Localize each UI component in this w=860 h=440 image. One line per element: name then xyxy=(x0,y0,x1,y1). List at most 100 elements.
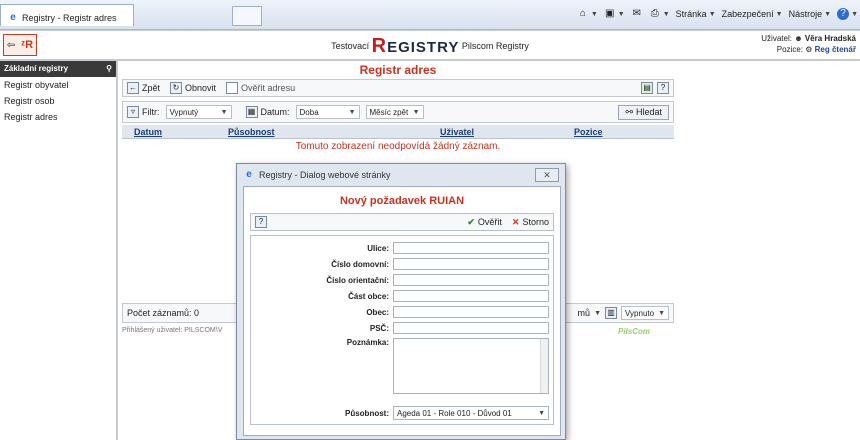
sidebar-item-adres[interactable]: Registr adres xyxy=(0,109,116,125)
verify-icon xyxy=(226,82,239,94)
input-cislo-domovni[interactable] xyxy=(393,258,549,270)
filter-icon: ▿ xyxy=(127,106,139,118)
sidebar-title: Základní registry xyxy=(4,64,69,73)
range-select[interactable]: Měsíc zpět ▼ xyxy=(365,105,424,119)
label-cast-obce: Část obce: xyxy=(348,291,389,301)
verify-address-button[interactable]: Ověřit adresu xyxy=(226,82,295,94)
range-value: Měsíc zpět xyxy=(369,107,409,117)
logged-user: Přihlášený uživatel: PILSCOM\V xyxy=(122,327,223,334)
label-cislo-domovni: Číslo domovní: xyxy=(331,259,389,269)
filter-label: Filtr: xyxy=(142,107,160,117)
dialog-titlebar[interactable]: e Registry - Dialog webové stránky ✕ xyxy=(237,164,565,186)
input-cast-obce[interactable] xyxy=(393,290,549,302)
chevron-down-icon[interactable]: ▼ xyxy=(594,310,601,317)
sidebar-item-obyvatel[interactable]: Registr obyvatel xyxy=(0,77,116,93)
chevron-down-icon: ▼ xyxy=(538,409,545,417)
input-ulice[interactable] xyxy=(393,242,549,254)
action-toolbar: ← Zpět ↻ Obnovit Ověřit adresu ▤ ? xyxy=(122,79,674,97)
feeds-button[interactable]: ▣ ▼ xyxy=(604,8,625,20)
app-header: ⇦ ᶻR Testovací REGISTRY Pilscom Registry… xyxy=(0,31,860,60)
sidebar-header[interactable]: Základní registry ⚲ xyxy=(0,61,116,77)
back-button[interactable]: ← Zpět xyxy=(127,82,160,94)
address-form: Ulice: Číslo domovní: Číslo orientační: … xyxy=(250,235,554,425)
date-label-group: ▦ Datum: xyxy=(245,106,290,118)
close-icon: ✕ xyxy=(511,216,520,227)
label-pusobnost: Působnost: xyxy=(345,408,389,418)
textarea-poznamka[interactable] xyxy=(393,338,549,394)
menu-tools[interactable]: Nástroje ▼ xyxy=(789,9,831,19)
label-obec: Obec: xyxy=(366,307,389,317)
feed-icon: ▣ xyxy=(605,8,615,19)
input-cislo-orientacni[interactable] xyxy=(393,274,549,286)
user-info: Uživatel: ☻ Věra Hradská Pozice: ⚙ Reg č… xyxy=(761,33,856,55)
menu-tools-label: Nástroje xyxy=(788,9,823,19)
user-name[interactable]: Věra Hradská xyxy=(805,34,856,43)
print-button[interactable]: ⎙ ▼ xyxy=(649,8,670,20)
menu-security[interactable]: Zabezpečení ▼ xyxy=(722,9,783,19)
mail-icon: ✉ xyxy=(632,8,641,19)
record-count: Počet záznamů: 0 xyxy=(127,308,200,318)
help-icon[interactable]: ? xyxy=(255,216,267,228)
pager-icon[interactable]: ▥ xyxy=(605,307,617,319)
dialog-heading: Nový požadavek RUIAN xyxy=(339,195,465,207)
label-cislo-orientacni: Číslo orientační: xyxy=(326,275,389,285)
dialog-close-button[interactable]: ✕ xyxy=(535,168,559,182)
cancel-button[interactable]: ✕ Storno xyxy=(512,217,549,228)
filter-button[interactable]: ▿ Filtr: xyxy=(127,106,160,118)
search-label: Hledat xyxy=(635,107,662,117)
refresh-button[interactable]: ↻ Obnovit xyxy=(170,82,216,94)
column-datum[interactable]: Datum xyxy=(134,127,162,137)
cancel-label: Storno xyxy=(522,217,549,227)
pager-state: Vypnuto xyxy=(625,308,655,318)
collapse-icon[interactable]: ⚲ xyxy=(106,64,112,74)
browser-toolbar: e Registry - Registr adres ⌂ ▼ ▣ ▼ ✉ ⎙ ▼ St… xyxy=(0,0,860,30)
sidebar: Základní registry ⚲ Registr obyvatel Reg… xyxy=(0,61,117,440)
main-title: Registr adres xyxy=(359,63,437,77)
pager-select[interactable]: Vypnuto ▼ xyxy=(621,306,669,320)
chevron-down-icon: ▼ xyxy=(220,108,228,116)
export-icon[interactable]: ▤ xyxy=(641,82,653,94)
chevron-down-icon: ▼ xyxy=(412,108,420,116)
role-value[interactable]: Reg čtenář xyxy=(815,45,856,54)
chevron-down-icon: ▼ xyxy=(348,108,356,116)
column-pozice[interactable]: Pozice xyxy=(574,127,603,137)
date-select[interactable]: Doba ▼ xyxy=(295,105,360,119)
pusobnost-value: Ageda 01 - Role 010 - Důvod 01 xyxy=(397,408,512,418)
back-arrow-icon: ← xyxy=(127,82,139,94)
browser-tab[interactable]: e Registry - Registr adres xyxy=(0,4,134,26)
title-brand-initial: R xyxy=(371,35,388,57)
help-button[interactable]: ? ▼ xyxy=(837,8,858,20)
textarea-scrollbar[interactable] xyxy=(540,339,548,393)
column-pusobnost[interactable]: Působnost xyxy=(228,127,275,137)
column-uzivatel[interactable]: Uživatel xyxy=(440,127,474,137)
filter-value: Vypnutý xyxy=(169,107,199,117)
grid-header: Datum Působnost Uživatel Pozice xyxy=(122,125,674,139)
user-icon: ☻ xyxy=(794,34,803,43)
new-tab-button[interactable] xyxy=(232,6,262,26)
menu-page[interactable]: Stránka ▼ xyxy=(676,9,716,19)
verify-label: Ověřit xyxy=(477,217,502,227)
select-pusobnost[interactable]: Ageda 01 - Role 010 - Důvod 01 ▼ xyxy=(393,406,549,420)
help-icon: ? xyxy=(837,8,850,20)
refresh-icon: ↻ xyxy=(170,82,183,94)
ie-logo-icon: e xyxy=(246,169,252,180)
title-brand-rest: EGISTRY xyxy=(387,39,460,56)
input-psc[interactable] xyxy=(393,322,549,334)
page-title: Testovací REGISTRY Pilscom Registry xyxy=(0,35,860,58)
mail-button[interactable]: ✉ xyxy=(631,8,643,20)
filter-toolbar: ▿ Filtr: Vypnutý ▼ ▦ Datum: Doba ▼ Měsíc zpě… xyxy=(122,101,674,123)
help-page-icon[interactable]: ? xyxy=(657,82,669,94)
menu-page-label: Stránka xyxy=(675,9,707,19)
verify-button[interactable]: ✔ Ověřit xyxy=(467,217,502,228)
verify-address-label: Ověřit adresu xyxy=(241,83,296,93)
input-obec[interactable] xyxy=(393,306,549,318)
sidebar-item-osob[interactable]: Registr osob xyxy=(0,93,116,109)
search-button[interactable]: ⚯ Hledat xyxy=(618,104,669,120)
label-poznamka: Poznámka: xyxy=(346,338,389,347)
calendar-icon: ▦ xyxy=(245,106,258,118)
home-icon: ⌂ xyxy=(579,8,586,19)
home-button[interactable]: ⌂ ▼ xyxy=(577,8,598,20)
filter-select[interactable]: Vypnutý ▼ xyxy=(165,105,232,119)
dialog-title: Registry - Dialog webové stránky xyxy=(259,170,391,180)
ruian-dialog: e Registry - Dialog webové stránky ✕ Nov… xyxy=(236,163,566,440)
